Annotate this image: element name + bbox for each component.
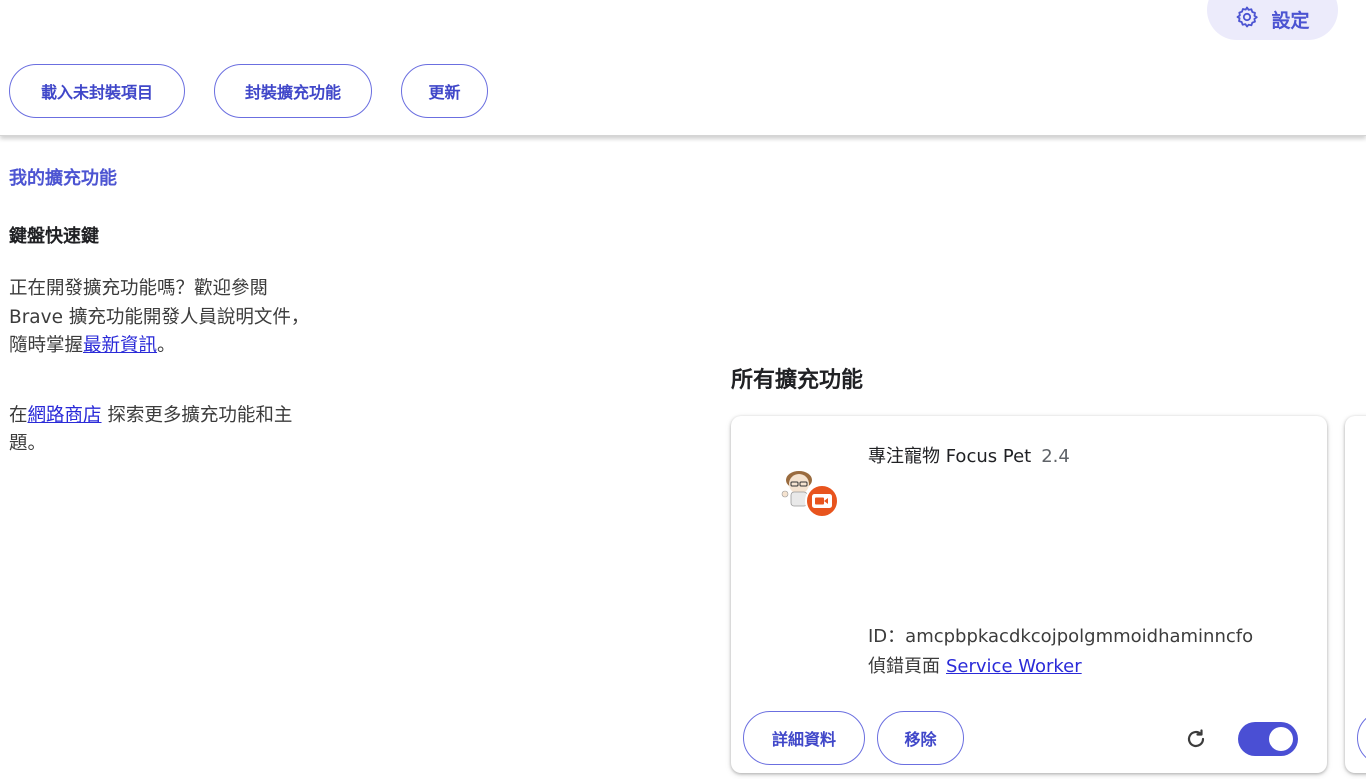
settings-button[interactable]: 設定 <box>1207 0 1338 40</box>
extension-enabled-toggle[interactable] <box>1238 722 1298 756</box>
service-worker-link[interactable]: Service Worker <box>946 656 1082 677</box>
extension-card: 專注寵物 Focus Pet 2.4 ID：amcpbpkacdkcojpolgm… <box>731 416 1327 773</box>
details-button-partial[interactable] <box>1357 711 1366 765</box>
web-store-prefix: 在 <box>9 404 28 426</box>
latest-news-link[interactable]: 最新資訊 <box>83 335 157 356</box>
extension-card-partial <box>1345 416 1366 773</box>
extensions-page: 設定 載入未封裝項目 封裝擴充功能 更新 我的擴充功能 鍵盤快速鍵 正在開發擴充… <box>0 0 1366 779</box>
toolbar: 設定 載入未封裝項目 封裝擴充功能 更新 <box>0 0 1366 136</box>
remove-button[interactable]: 移除 <box>877 711 964 765</box>
section-title: 所有擴充功能 <box>731 368 864 393</box>
extension-version: 2.4 <box>1041 446 1070 467</box>
web-store-link[interactable]: 網路商店 <box>28 405 102 426</box>
sidebar: 我的擴充功能 鍵盤快速鍵 正在開發擴充功能嗎？歡迎參閱 Brave 擴充功能開發… <box>9 160 319 459</box>
reload-icon[interactable] <box>1181 724 1211 754</box>
details-button[interactable]: 詳細資料 <box>743 711 865 765</box>
extension-name: 專注寵物 Focus Pet 2.4 <box>868 442 1070 468</box>
web-store-text: 在網路商店 探索更多擴充功能和主題。 <box>9 402 319 459</box>
record-badge-icon <box>805 484 839 518</box>
sidebar-item-my-extensions[interactable]: 我的擴充功能 <box>9 162 319 196</box>
toggle-knob <box>1269 727 1293 751</box>
inspect-label: 偵錯頁面 <box>868 656 940 677</box>
pack-extension-button[interactable]: 封裝擴充功能 <box>214 64 372 118</box>
update-button[interactable]: 更新 <box>401 64 488 118</box>
extension-id: ID：amcpbpkacdkcojpolgmmoidhaminncfo <box>868 626 1254 647</box>
sidebar-item-keyboard-shortcuts[interactable]: 鍵盤快速鍵 <box>9 220 319 254</box>
gear-icon <box>1235 5 1259 34</box>
developer-info-text: 正在開發擴充功能嗎？歡迎參閱 Brave 擴充功能開發人員說明文件，隨時掌握最新… <box>9 275 319 361</box>
developer-info-suffix: 。 <box>157 335 176 356</box>
extension-name-text: 專注寵物 Focus Pet <box>868 446 1032 467</box>
inspect-views: 偵錯頁面 Service Worker <box>868 652 1082 678</box>
settings-label: 設定 <box>1271 9 1310 32</box>
load-unpacked-button[interactable]: 載入未封裝項目 <box>9 64 185 118</box>
